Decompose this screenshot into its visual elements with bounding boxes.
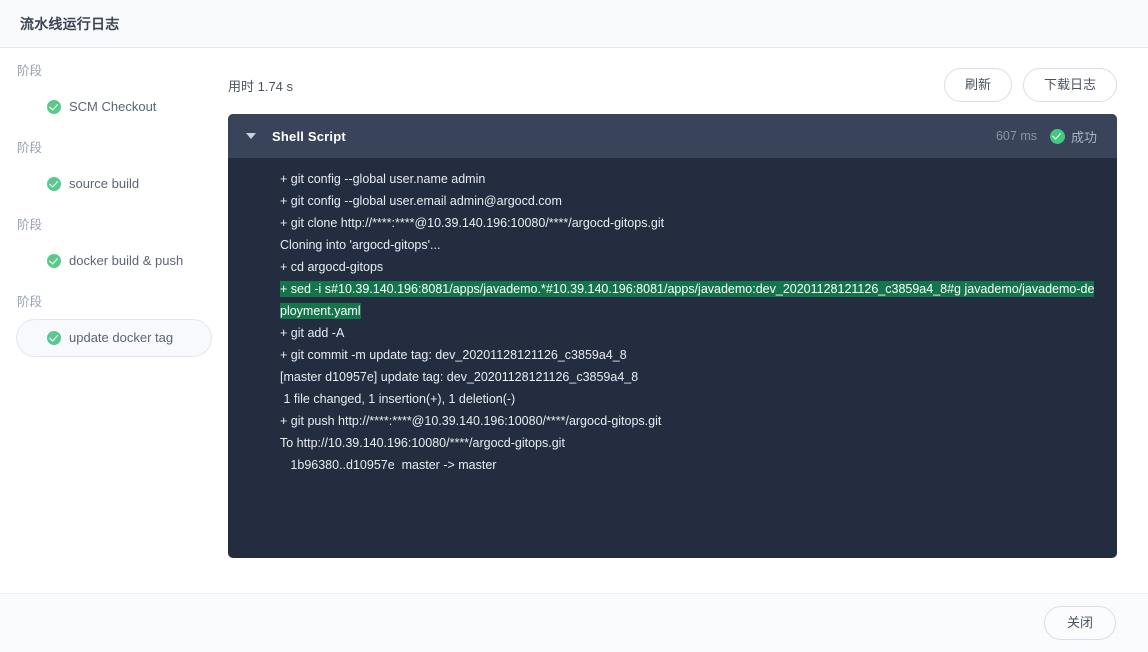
log-step-title: Shell Script <box>272 128 346 144</box>
log-line-highlight: + sed -i s#10.39.140.196:8081/apps/javad… <box>280 281 1095 319</box>
elapsed-time-label: 用时 1.74 s <box>228 78 294 94</box>
stage-group: 阶段 update docker tag <box>0 293 228 357</box>
sidebar-item-scm-checkout[interactable]: SCM Checkout <box>16 88 212 126</box>
refresh-button[interactable]: 刷新 <box>943 68 1012 102</box>
stage-group-label: 阶段 <box>17 64 43 78</box>
log-line: [master d10957e] update tag: dev_2020112… <box>280 370 639 384</box>
success-check-icon <box>47 331 61 345</box>
close-button[interactable]: 关闭 <box>1043 606 1116 640</box>
download-log-button[interactable]: 下载日志 <box>1022 68 1117 102</box>
pipeline-log-dialog: 流水线运行日志 阶段 SCM Checkout 阶段 source build … <box>0 0 1148 652</box>
success-check-icon <box>1049 128 1065 144</box>
log-line: + git config --global user.name admin <box>280 172 486 186</box>
dialog-body: 阶段 SCM Checkout 阶段 source build 阶段 docke… <box>0 48 1148 593</box>
stage-item-label: source build <box>69 176 140 191</box>
sidebar-item-source-build[interactable]: source build <box>16 165 212 203</box>
log-step-duration: 607 ms <box>995 129 1037 143</box>
stage-item-label: SCM Checkout <box>69 99 157 114</box>
stage-group: 阶段 docker build & push <box>0 216 228 280</box>
log-line: + git add -A <box>280 326 345 340</box>
log-line: + git config --global user.email admin@a… <box>280 194 562 208</box>
log-line: To http://10.39.140.196:10080/****/argoc… <box>280 436 565 450</box>
log-line: + git push http://****:****@10.39.140.19… <box>280 414 662 428</box>
dialog-titlebar: 流水线运行日志 <box>0 0 1148 48</box>
success-check-icon <box>47 177 61 191</box>
dialog-footer: 关闭 <box>0 593 1148 652</box>
log-line: + sed -i s#10.39.140.196:8081/apps/javad… <box>280 278 1101 322</box>
stage-sidebar: 阶段 SCM Checkout 阶段 source build 阶段 docke… <box>0 48 228 593</box>
sidebar-item-docker-build-push[interactable]: docker build & push <box>16 242 212 280</box>
log-line: 1 file changed, 1 insertion(+), 1 deleti… <box>280 392 516 406</box>
success-check-icon <box>47 254 61 268</box>
stage-group: 阶段 SCM Checkout <box>0 62 228 126</box>
log-line: + git clone http://****:****@10.39.140.1… <box>280 216 665 230</box>
log-main-area: 用时 1.74 s 刷新 下载日志 Shell Script 607 ms 成功… <box>228 48 1148 593</box>
stage-group-label: 阶段 <box>17 218 43 232</box>
stage-group-label: 阶段 <box>17 295 43 309</box>
log-line: + cd argocd-gitops <box>280 260 384 274</box>
status-badge: 成功 <box>1049 127 1097 146</box>
success-check-icon <box>47 100 61 114</box>
stage-item-label: docker build & push <box>69 253 184 268</box>
log-line: 1b96380..d10957e master -> master <box>280 458 497 472</box>
sidebar-item-update-docker-tag[interactable]: update docker tag <box>16 319 212 357</box>
log-step-header[interactable]: Shell Script 607 ms 成功 <box>228 114 1117 158</box>
status-badge-label: 成功 <box>1070 129 1097 145</box>
chevron-down-icon[interactable] <box>246 133 256 139</box>
log-panel: Shell Script 607 ms 成功 + git config --gl… <box>228 114 1117 558</box>
log-toolbar: 用时 1.74 s 刷新 下载日志 <box>228 62 1117 108</box>
log-output[interactable]: + git config --global user.name admin + g… <box>228 158 1117 558</box>
log-line: + git commit -m update tag: dev_20201128… <box>280 348 627 362</box>
log-line: Cloning into 'argocd-gitops'... <box>280 238 441 252</box>
stage-item-label: update docker tag <box>69 330 174 345</box>
stage-group: 阶段 source build <box>0 139 228 203</box>
stage-group-label: 阶段 <box>17 141 43 155</box>
dialog-title: 流水线运行日志 <box>20 15 120 32</box>
